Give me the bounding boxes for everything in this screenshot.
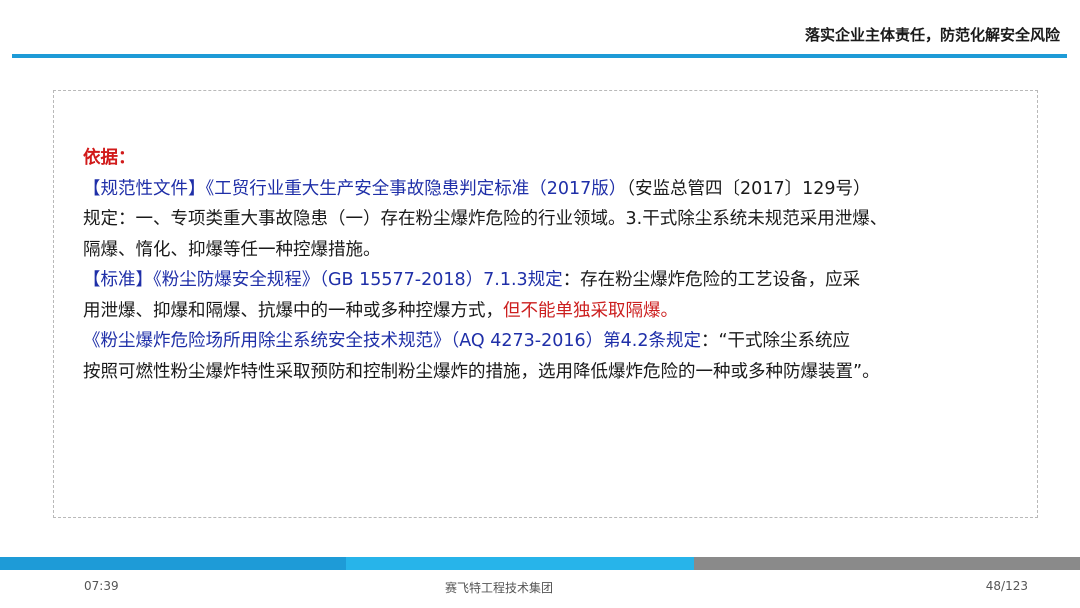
regulation-clause-line-1: 规定：一、专项类重大事故隐患（一）存在粉尘爆炸危险的行业领域。3.干式除尘系统未… (83, 209, 888, 229)
standard-title: 【标准】《粉尘防爆安全规程》（GB 15577-2018）7.1.3规定 (83, 270, 563, 290)
standard-line-1: 【标准】《粉尘防爆安全规程》（GB 15577-2018）7.1.3规定：存在粉… (83, 265, 1013, 296)
standard-line-2: 用泄爆、抑爆和隔爆、抗爆中的一种或多种控爆方式，但不能单独采取隔爆。 (83, 296, 1013, 327)
slide: 落实企业主体责任，防范化解安全风险 依据： 【规范性文件】《工贸行业重大生产安全… (0, 0, 1080, 608)
basis-line: 依据： (83, 143, 1013, 174)
basis-label: 依据： (83, 148, 136, 168)
regulation-text: 依据： 【规范性文件】《工贸行业重大生产安全事故隐患判定标准（2017版）（安监… (83, 143, 1013, 387)
footer-time: 07:39 (84, 579, 119, 593)
footer-company: 赛飞特工程技术集团 (445, 581, 554, 595)
standard-clause-end: 用泄爆、抑爆和隔爆、抗爆中的一种或多种控爆方式， (83, 300, 503, 321)
standard-warning: 但不能单独采取隔爆。 (503, 300, 678, 321)
aq-standard-line-1: 《粉尘爆炸危险场所用除尘系统安全技术规范》（AQ 4273-2016）第4.2条… (83, 326, 1013, 357)
page-number: 48/123 (985, 579, 1028, 593)
aq-standard-clause-start: ：“干式除尘系统应 (700, 331, 851, 351)
aq-standard-line-2: 按照可燃性粉尘爆炸特性采取预防和控制粉尘爆炸的措施，选用降低爆炸危险的一种或多种… (83, 361, 880, 382)
footer-bar-gray (694, 557, 1080, 570)
header-divider (12, 54, 1067, 58)
aq-standard-title: 《粉尘爆炸危险场所用除尘系统安全技术规范》（AQ 4273-2016）第4.2条… (83, 331, 701, 351)
regulation-clause-line-2: 隔爆、惰化、抑爆等任一种控爆措施。 (83, 239, 381, 260)
normative-document-title: 【规范性文件】《工贸行业重大生产安全事故隐患判定标准（2017版） (83, 178, 627, 199)
footer-bar-blue (0, 557, 346, 570)
normative-document-line: 【规范性文件】《工贸行业重大生产安全事故隐患判定标准（2017版）（安监总管四〔… (83, 174, 1013, 205)
footer-bar-light-blue (346, 557, 694, 570)
standard-clause-start: ：存在粉尘爆炸危险的工艺设备，应采 (562, 270, 861, 290)
normative-document-number: （安监总管四〔2017〕129号） (626, 178, 871, 199)
slide-title: 落实企业主体责任，防范化解安全风险 (804, 26, 1060, 44)
